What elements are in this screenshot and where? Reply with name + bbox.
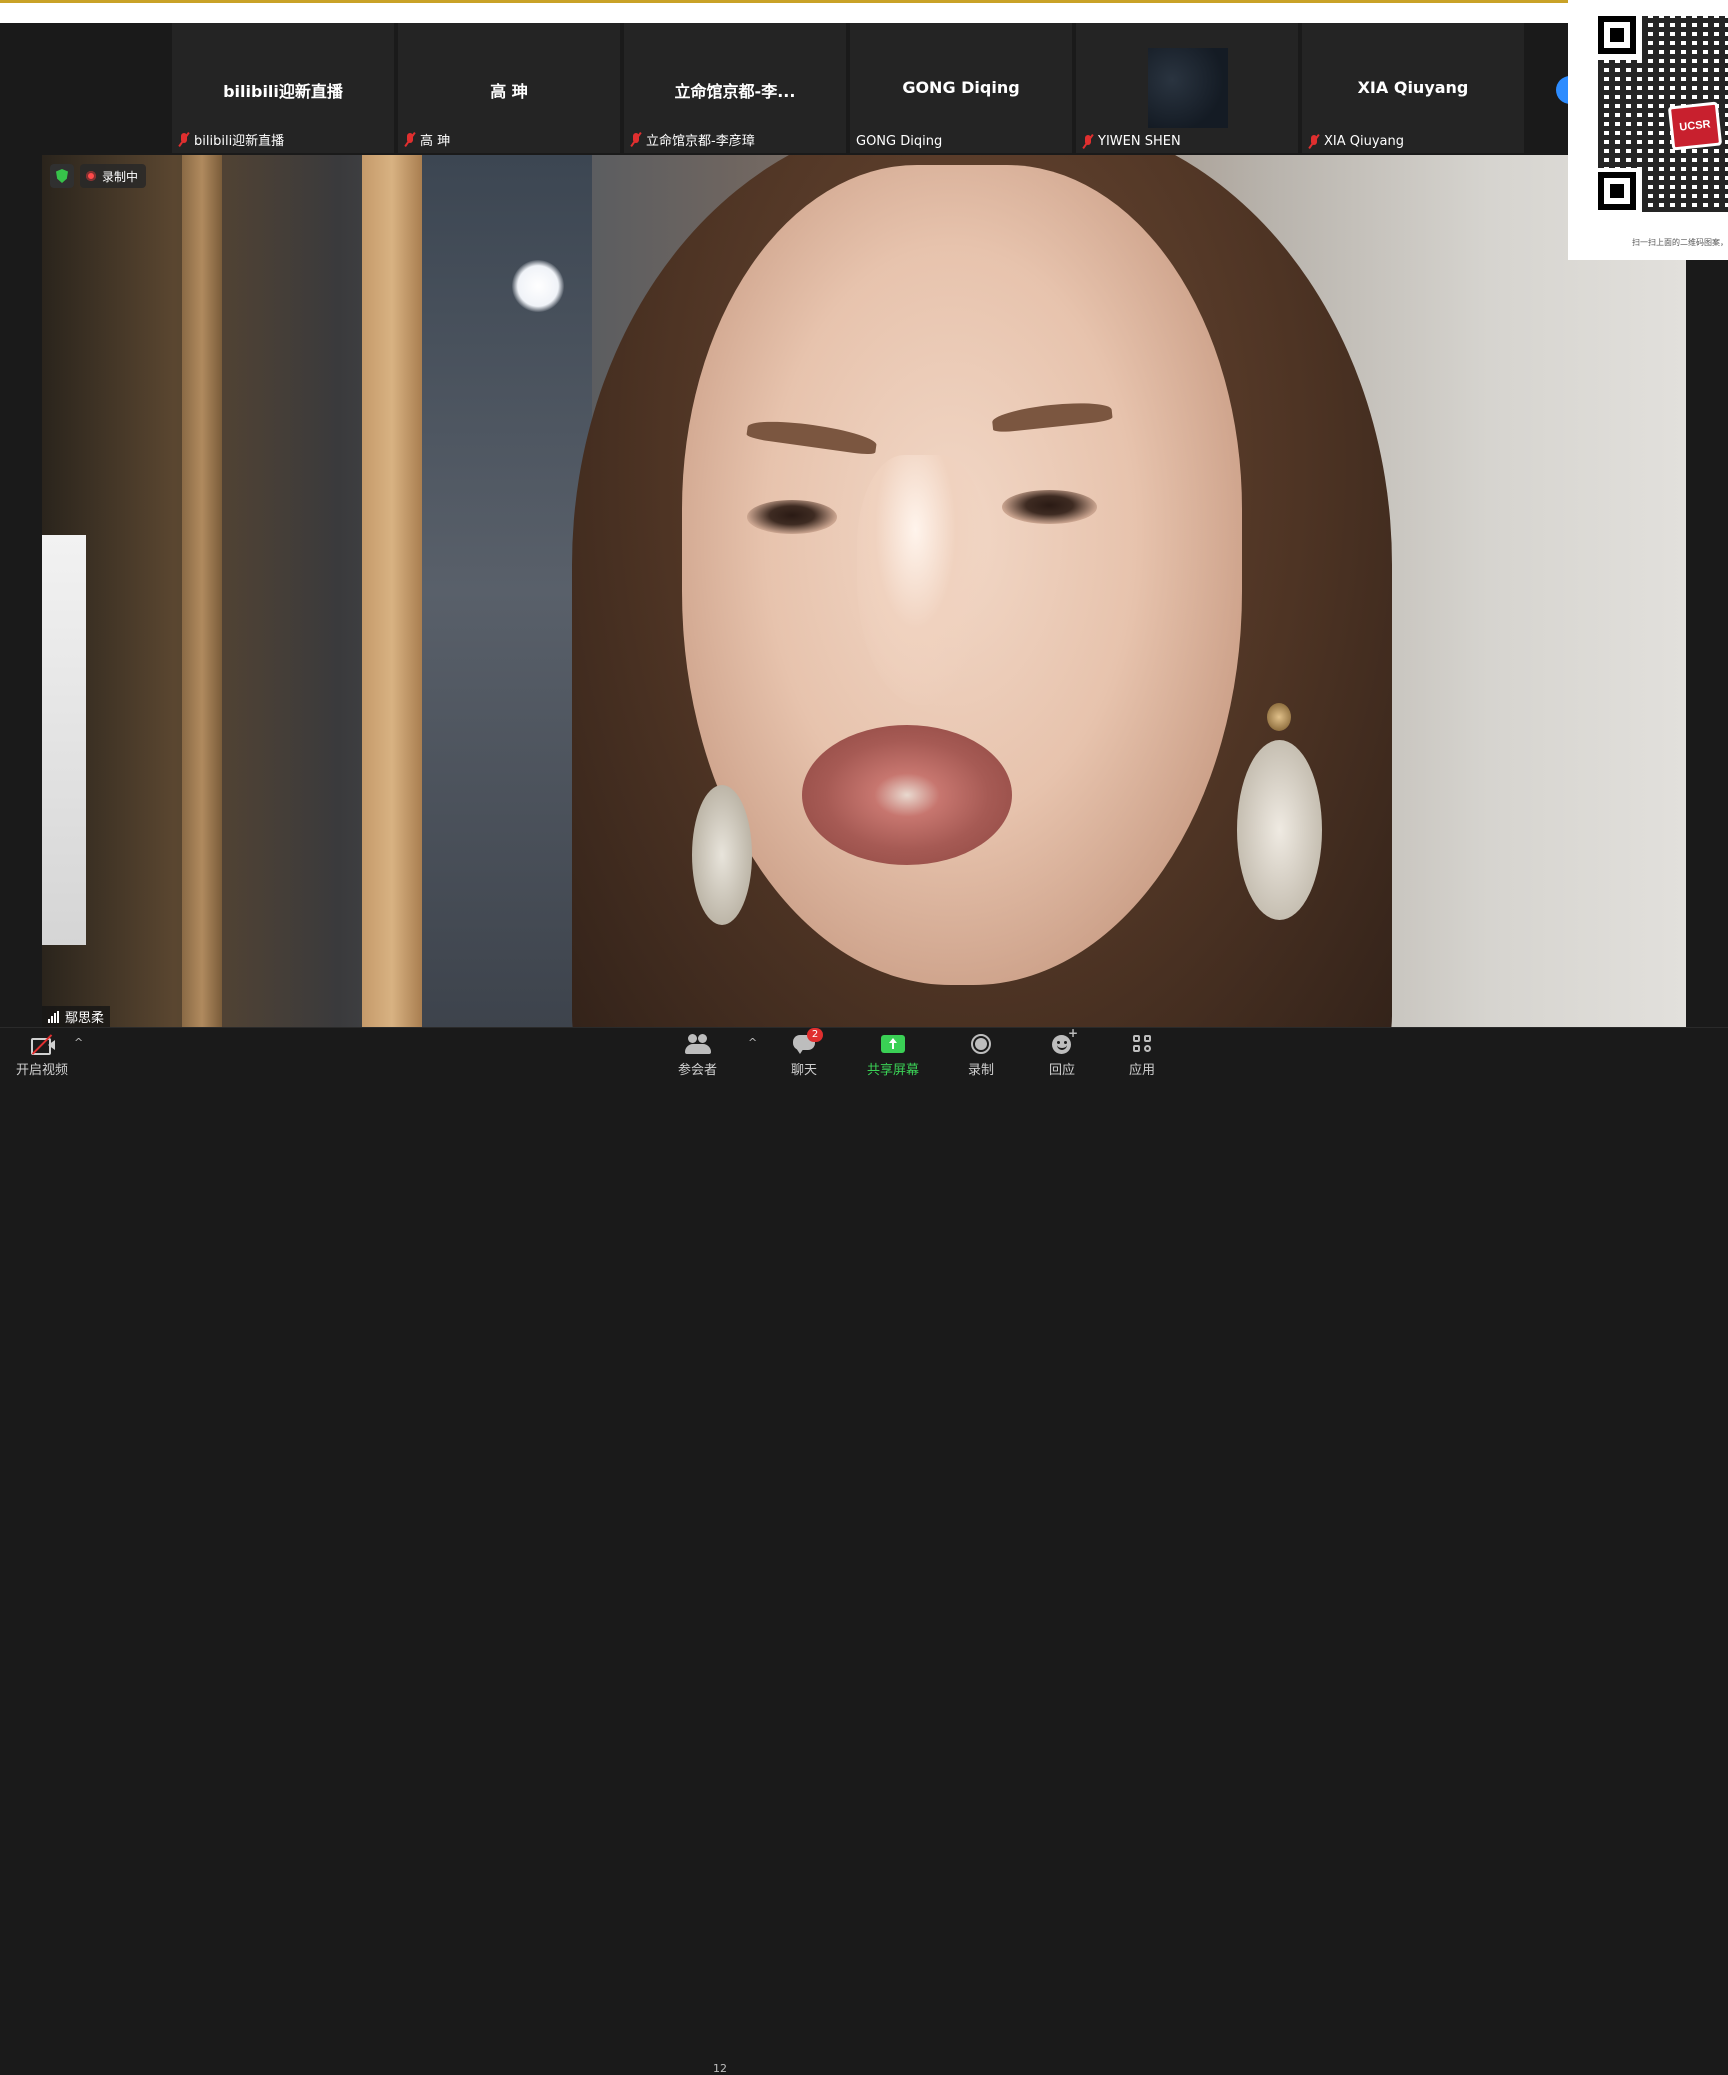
camera-off-icon [28,1032,56,1056]
signal-strength-icon [48,1010,59,1023]
participant-tile[interactable]: YIWEN SHEN [1076,23,1300,153]
participant-tile[interactable]: bilibili迎新直播 bilibili迎新直播 [172,23,396,153]
participant-tile[interactable]: 高 珅 高 珅 [398,23,622,153]
speaker-name: 鄢思柔 [65,1011,105,1026]
participant-label: GONG Diqing [856,134,942,149]
participant-display-name: XIA Qiuyang [1357,78,1469,97]
chat-button[interactable]: 2 聊天 [790,1028,823,1078]
apps-button[interactable]: 应用 [1128,1032,1156,1078]
top-banner [0,3,1568,23]
participant-name: 高 珅 [420,134,451,149]
apps-icon [1128,1032,1156,1056]
participant-display-name: 立命馆京都-李... [674,82,796,101]
participants-icon [684,1032,712,1056]
participants-button[interactable]: 参会者 [678,1032,717,1078]
participant-label: XIA Qiuyang [1308,134,1404,149]
recording-dot-icon [86,171,96,181]
mic-muted-icon [404,132,416,147]
participant-label: bilibili迎新直播 [178,130,284,149]
participant-name: YIWEN SHEN [1098,134,1181,149]
meeting-toolbar: 开启视频 ^ 参会者 12 ^ 2 聊天 共享屏幕 录制 回应 应用 [0,1026,1728,2075]
participant-tile[interactable]: GONG Diqing GONG Diqing [850,23,1074,153]
share-screen-icon [879,1032,907,1056]
recording-label: 录制中 [102,169,139,184]
participant-name: bilibili迎新直播 [194,134,285,149]
qr-logo: UCSR [1667,101,1723,151]
participant-name: 立命馆京都-李彦璋 [646,134,755,149]
mic-muted-icon [1308,134,1320,149]
recording-indicator[interactable]: 录制中 [80,164,147,188]
participant-display-name: 高 珅 [490,82,528,101]
participant-tile[interactable]: XIA Qiuyang XIA Qiuyang [1302,23,1526,153]
security-shield-icon[interactable] [50,164,74,188]
reactions-icon [1048,1026,1078,1056]
speaker-name-tag: 鄢思柔 [42,1006,111,1027]
record-button[interactable]: 录制 [967,1032,995,1078]
participant-display-name: GONG Diqing [902,78,1020,97]
participant-label: 立命馆京都-李彦璋 [630,130,755,149]
participants-options-caret-icon[interactable]: ^ [748,1036,757,1049]
participant-display-name: bilibili迎新直播 [223,82,343,101]
qr-caption: 扫一扫上面的二维码图案，... [1632,238,1728,247]
start-video-button[interactable]: 开启视频 [16,1032,68,1078]
active-speaker-video [42,155,1686,1027]
share-screen-button[interactable]: 共享屏幕 [867,1032,919,1078]
qr-code-panel: UCSR 扫一扫上面的二维码图案，... [1568,0,1728,260]
mic-muted-icon [630,132,642,147]
record-icon [967,1032,995,1056]
chat-unread-badge: 2 [807,1028,823,1042]
participant-label: YIWEN SHEN [1082,134,1181,149]
video-options-caret-icon[interactable]: ^ [74,1036,83,1049]
participant-video-thumbnail [1148,48,1228,128]
mic-muted-icon [178,132,190,147]
participant-name: GONG Diqing [856,134,943,149]
participants-count: 12 [713,2062,727,2075]
chat-icon: 2 [790,1028,823,1056]
qr-code: UCSR [1598,16,1728,212]
reactions-button[interactable]: 回应 [1048,1026,1078,1078]
participant-label: 高 珅 [404,130,450,149]
participant-name: XIA Qiuyang [1324,134,1404,149]
participant-tile[interactable]: 立命馆京都-李... 立命馆京都-李彦璋 [624,23,848,153]
mic-muted-icon [1082,134,1094,149]
